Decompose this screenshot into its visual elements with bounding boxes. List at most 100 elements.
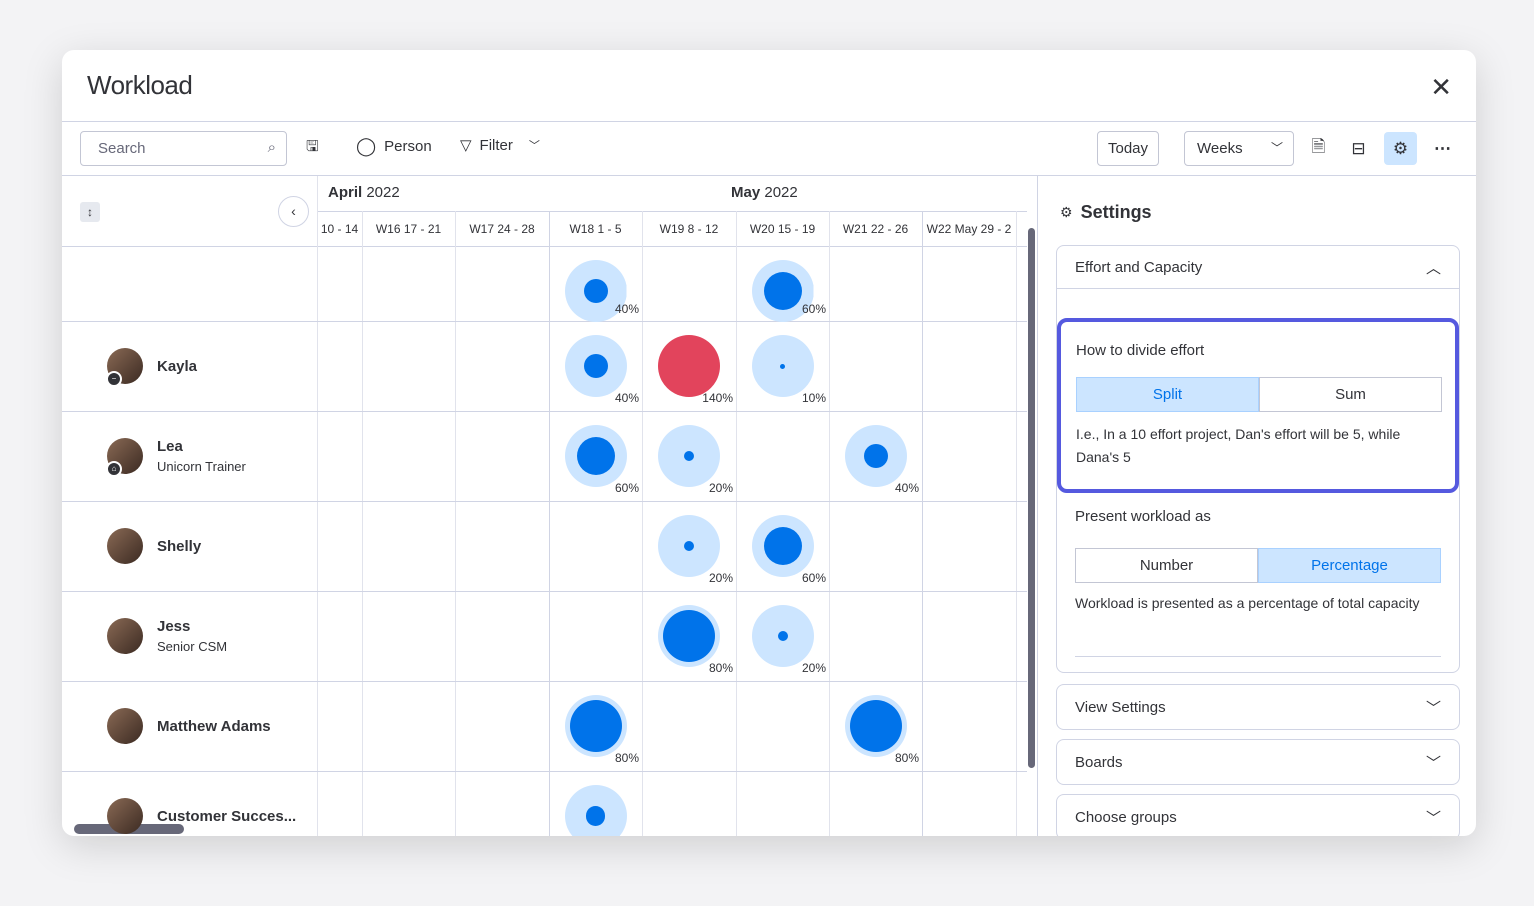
collapse-left-button[interactable]: ‹ [278, 196, 309, 227]
chevron-down-icon: ﹀ [1270, 141, 1283, 155]
grid-column-line [455, 211, 456, 836]
divide-effort-help: I.e., In a 10 effort project, Dan's effo… [1076, 426, 1401, 465]
workload-fill [777, 631, 788, 641]
workload-bubble[interactable] [751, 605, 814, 667]
workload-fill [763, 527, 802, 565]
chevron-down-icon: ﹀ [1425, 809, 1441, 827]
grid-column-line [1016, 211, 1017, 836]
layout-icon[interactable]: ⊟ [1342, 132, 1375, 165]
workload-bubble[interactable] [564, 335, 627, 397]
section-title: Choose groups [1075, 808, 1177, 826]
divide-effort-label: How to divide effort [1076, 342, 1205, 359]
grid-column-line [736, 211, 737, 836]
workload-bubble[interactable] [844, 695, 907, 757]
chevron-down-icon: ﹀ [1425, 699, 1441, 717]
grid-column-line [922, 211, 923, 836]
person-row-customer-succes-[interactable]: Customer Succes... [107, 798, 296, 834]
search-icon: ⌕ [267, 139, 276, 156]
sum-option[interactable]: Sum [1259, 377, 1442, 412]
effort-section-title: Effort and Capacity [1075, 258, 1203, 276]
section-title: View Settings [1075, 698, 1166, 716]
workload-fill [849, 700, 902, 752]
divider [317, 211, 1027, 212]
workload-percent: 60% [801, 302, 826, 316]
workload-bubble[interactable] [844, 425, 907, 487]
workload-percent: 80% [614, 751, 639, 765]
workload-window: Workload ✕ Search ⌕ 🖫 ◯ Person ▽ Filter ﹀ To… [62, 50, 1476, 836]
person-name: Jess [157, 618, 191, 635]
settings-gear-icon[interactable]: ⚙ [1384, 132, 1417, 165]
view-select-value: Weeks [1197, 140, 1243, 157]
workload-percent: 60% [801, 571, 826, 585]
chevron-down-icon: ﹀ [528, 140, 540, 152]
settings-panel: ⚙ Settings Effort and Capacity ︿ How to di… [1037, 176, 1476, 836]
choose-groups-section[interactable]: Choose groups ﹀ [1056, 794, 1460, 836]
grid-column-line [317, 176, 318, 836]
workload-bubble[interactable] [658, 335, 720, 397]
effort-section-header[interactable]: Effort and Capacity ︿ [1057, 246, 1459, 289]
person-row-jess[interactable]: Jess Senior CSM [107, 618, 227, 654]
export-icon[interactable]: 🗎 [1302, 132, 1335, 165]
workload-fill [684, 541, 694, 551]
view-select[interactable]: Weeks ﹀ [1184, 131, 1294, 166]
month-label: May 2022 [731, 184, 798, 201]
week-label: 10 - 14 [320, 222, 359, 236]
workload-bubble[interactable] [658, 605, 720, 667]
filter-icon: ▽ [460, 137, 472, 154]
workload-bubble[interactable] [751, 335, 814, 397]
row-height-icon[interactable]: ↕ [80, 202, 100, 222]
row-divider [62, 501, 1027, 502]
workload-percent: 40% [614, 302, 639, 316]
person-row-shelly[interactable]: Shelly [107, 528, 201, 564]
boards-section[interactable]: Boards ﹀ [1056, 739, 1460, 785]
divider [1075, 656, 1441, 657]
workload-bubble[interactable] [658, 425, 720, 487]
more-icon[interactable]: ⋯ [1426, 132, 1459, 165]
workload-fill [585, 806, 606, 826]
workload-bubble[interactable] [564, 695, 627, 757]
view-settings-section[interactable]: View Settings ﹀ [1056, 684, 1460, 730]
workload-fill [780, 363, 785, 369]
today-button[interactable]: Today [1097, 131, 1160, 166]
workload-bubble[interactable] [564, 425, 627, 487]
person-label: Person [384, 138, 432, 155]
person-row-kayla[interactable]: − Kayla [106, 348, 198, 387]
save-icon[interactable]: 🖫 [306, 136, 319, 161]
person-name: Customer Succes... [157, 807, 297, 825]
person-name: Kayla [157, 357, 198, 375]
workload-fill [763, 272, 802, 310]
timeline-grid: ↕ ‹ April 2022 May 2022 10 - 14 W16 17 - … [62, 176, 1037, 836]
divider [62, 121, 1476, 122]
workload-fill [663, 610, 715, 662]
gear-icon: ⚙ [1060, 204, 1073, 220]
workload-bubble[interactable] [564, 785, 627, 836]
settings-title: Settings [1080, 202, 1152, 222]
vertical-scrollbar[interactable] [1028, 228, 1035, 768]
week-label: W22 May 29 - 2 [926, 222, 1012, 236]
week-label: W19 8 - 12 [659, 222, 719, 236]
month-label: April 2022 [328, 184, 400, 201]
workload-bubble[interactable] [751, 515, 814, 577]
person-filter-button[interactable]: ◯ Person [356, 136, 432, 157]
person-row-matthew-adams[interactable]: Matthew Adams [107, 708, 271, 744]
present-workload-label: Present workload as [1075, 508, 1211, 525]
avatar: − [106, 348, 143, 387]
workload-percent: 20% [708, 571, 733, 585]
person-row-lea[interactable]: ⌂ Lea Unicorn Trainer [106, 438, 246, 477]
workload-percent: 40% [614, 391, 639, 405]
close-icon[interactable]: ✕ [1430, 72, 1452, 103]
person-name: Shelly [157, 537, 202, 555]
divide-effort-toggle: Split Sum [1076, 377, 1442, 412]
filter-button[interactable]: ▽ Filter ﹀ [460, 136, 540, 155]
workload-fill [569, 700, 622, 752]
workload-percent: 60% [614, 481, 639, 495]
workload-bubble[interactable] [658, 515, 720, 577]
avatar [107, 618, 143, 654]
search-input[interactable]: Search ⌕ [80, 131, 287, 166]
person-name: Matthew Adams [157, 717, 271, 735]
search-placeholder: Search [98, 140, 146, 157]
split-option[interactable]: Split [1076, 377, 1259, 412]
number-option[interactable]: Number [1075, 548, 1258, 583]
percentage-option[interactable]: Percentage [1258, 548, 1441, 583]
week-label: W17 24 - 28 [469, 222, 535, 236]
